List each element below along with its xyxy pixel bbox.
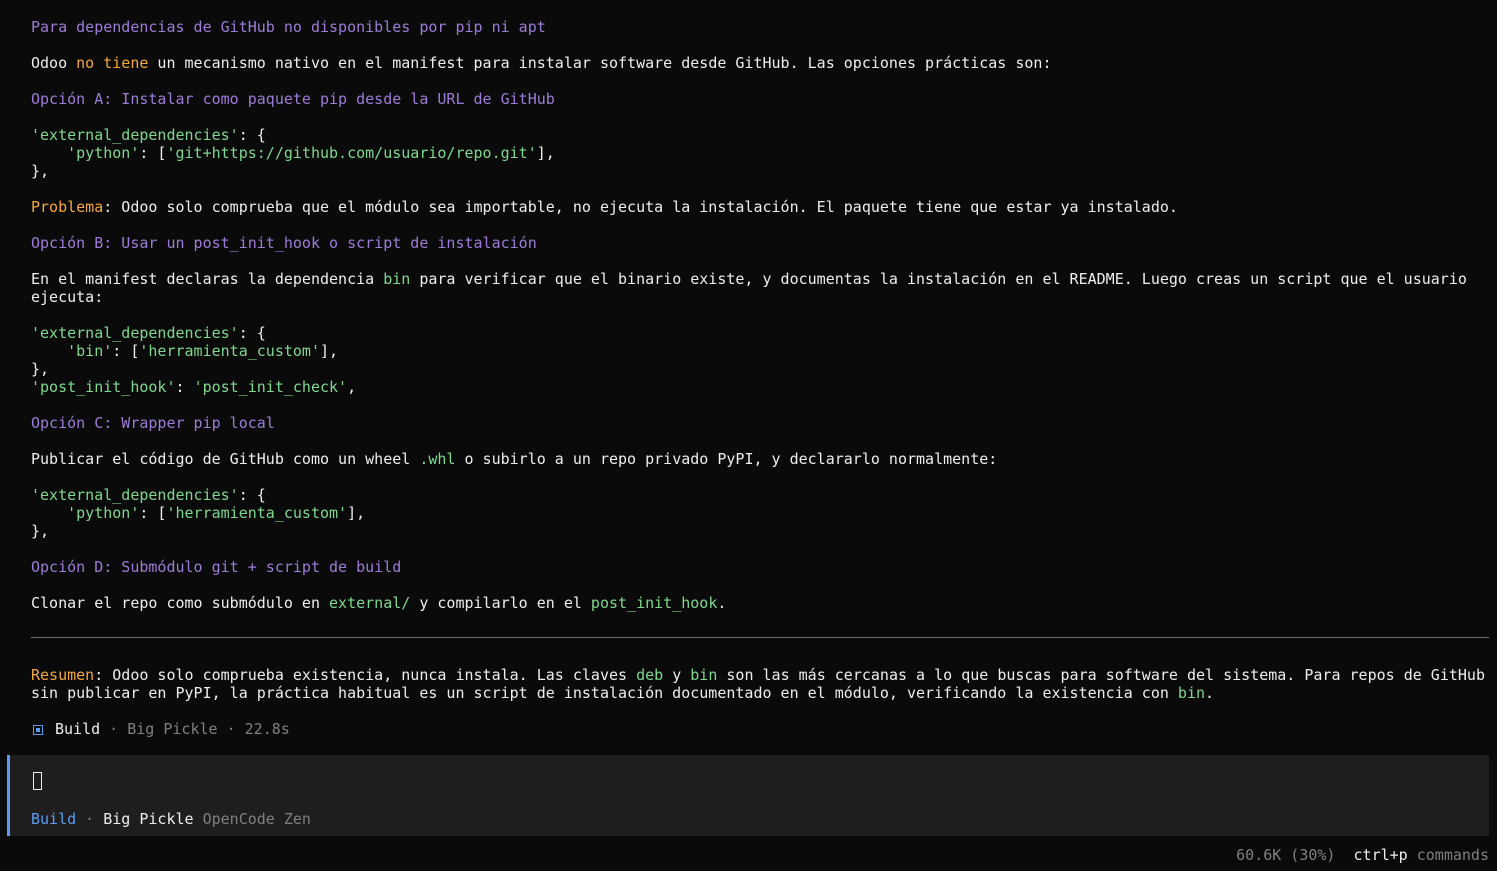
option-a-code-line-1: 'external_dependencies': { [31, 126, 266, 144]
option-b-description: En el manifest declaras la dependencia b… [31, 270, 1467, 288]
summary-label: Resumen [31, 666, 95, 684]
code-key: 'external_dependencies' [31, 324, 239, 342]
horizontal-rule [31, 637, 1489, 638]
code-value: 'herramienta_custom' [139, 342, 320, 360]
code-punct: : { [238, 486, 266, 504]
intro-text-post: un mecanismo nativo en el manifest para … [148, 54, 1052, 72]
option-b-code-line-3: }, [31, 360, 50, 378]
prompt-input-panel[interactable]: Build · Big Pickle OpenCode Zen [7, 755, 1489, 836]
option-b-code-line-4: 'post_init_hook': 'post_init_check', [31, 378, 356, 396]
desc-text: Clonar el repo como submódulo en [31, 594, 330, 612]
code-punct: : [ [139, 504, 167, 522]
model-name[interactable]: Big Pickle [103, 810, 193, 828]
separator: · [217, 720, 245, 738]
intro-text-pre: Odoo [31, 54, 77, 72]
code-value: 'git+https://github.com/usuario/repo.git… [166, 144, 537, 162]
option-a-heading: Opción A: Instalar como paquete pip desd… [31, 90, 555, 108]
code-value: 'post_init_check' [193, 378, 348, 396]
code-key: 'python' [67, 504, 140, 522]
option-c-description: Publicar el código de GitHub como un whe… [31, 450, 997, 468]
code-key: 'external_dependencies' [31, 126, 239, 144]
build-square-icon [33, 725, 43, 735]
option-c-code-line-2: 'python': ['herramienta_custom'], [31, 504, 365, 522]
option-a-code-line-3: }, [31, 162, 50, 180]
summary-line-1: Resumen: Odoo solo comprueba existencia,… [31, 666, 1485, 684]
problem-text: : Odoo solo comprueba que el módulo sea … [103, 198, 1178, 216]
separator: · [76, 810, 104, 828]
agent-mode-label[interactable]: Build [31, 810, 76, 828]
prompt-mode-bar: Build · Big Pickle OpenCode Zen [31, 810, 311, 828]
text-cursor[interactable] [33, 772, 42, 790]
option-d-description: Clonar el repo como submódulo en externa… [31, 594, 726, 612]
summary-text: sin publicar en PyPI, la práctica habitu… [31, 684, 1178, 702]
option-d-heading: Opción D: Submódulo git + script de buil… [31, 558, 402, 576]
desc-text: . [717, 594, 727, 612]
option-c-heading: Opción C: Wrapper pip local [31, 414, 275, 432]
problem-label: Problema [31, 198, 104, 216]
run-duration: 22.8s [244, 720, 290, 738]
code-key: 'post_init_hook' [31, 378, 176, 396]
desc-text: En el manifest declaras la dependencia [31, 270, 384, 288]
code-key: 'external_dependencies' [31, 486, 239, 504]
run-info: Build · Big Pickle · 22.8s [33, 720, 290, 738]
shortcut-key: ctrl+p [1353, 846, 1408, 864]
option-b-heading: Opción B: Usar un post_init_hook o scrip… [31, 234, 537, 252]
inline-code: post_init_hook [590, 594, 718, 612]
run-mode: Build [55, 720, 101, 738]
intro-paragraph: Odoo no tiene un mecanismo nativo en el … [31, 54, 1051, 72]
code-punct: ], [536, 144, 555, 162]
desc-text: Publicar el código de GitHub como un whe… [31, 450, 420, 468]
code-punct: : { [238, 324, 266, 342]
code-key: 'python' [67, 144, 140, 162]
summary-text: . [1205, 684, 1215, 702]
shortcut-label[interactable]: commands [1417, 846, 1489, 864]
desc-text: o subirlo a un repo privado PyPI, y decl… [455, 450, 998, 468]
option-b-code-line-2: 'bin': ['herramienta_custom'], [31, 342, 338, 360]
inline-code: external/ [329, 594, 411, 612]
code-punct: ], [320, 342, 339, 360]
inline-code: deb [636, 666, 664, 684]
desc-text: para verificar que el binario existe, y … [410, 270, 1467, 288]
code-key: 'bin' [67, 342, 113, 360]
code-punct: ], [347, 504, 366, 522]
inline-code: bin [690, 666, 718, 684]
summary-line-2: sin publicar en PyPI, la práctica habitu… [31, 684, 1214, 702]
option-a-problem: Problema: Odoo solo comprueba que el mód… [31, 198, 1178, 216]
inline-code: .whl [419, 450, 456, 468]
code-punct: : [175, 378, 194, 396]
option-b-code-line-1: 'external_dependencies': { [31, 324, 266, 342]
inline-code: bin [1177, 684, 1206, 702]
context-usage: 60.6K (30%) [1236, 846, 1336, 864]
option-c-code-line-1: 'external_dependencies': { [31, 486, 266, 504]
option-c-code-line-3: }, [31, 522, 50, 540]
code-punct: , [347, 378, 357, 396]
intro-highlight: no tiene [76, 54, 149, 72]
section-heading-github: Para dependencias de GitHub no disponibl… [31, 18, 546, 36]
summary-text: : Odoo solo comprueba existencia, nunca … [94, 666, 637, 684]
code-punct: : { [238, 126, 266, 144]
status-bar: 60.6K (30%) ctrl+p commands [1236, 846, 1489, 864]
desc-text: y compilarlo en el [410, 594, 591, 612]
option-b-description-line-2: ejecuta: [31, 288, 104, 306]
run-model: Big Pickle [127, 720, 218, 738]
code-value: 'herramienta_custom' [166, 504, 348, 522]
provider-name: OpenCode Zen [202, 810, 311, 828]
separator: · [100, 720, 128, 738]
summary-text: son las más cercanas a lo que buscas par… [717, 666, 1485, 684]
code-punct: : [ [139, 144, 167, 162]
summary-text: y [663, 666, 691, 684]
code-punct: : [ [112, 342, 140, 360]
option-a-code-line-2: 'python': ['git+https://github.com/usuar… [31, 144, 555, 162]
inline-code: bin [383, 270, 411, 288]
